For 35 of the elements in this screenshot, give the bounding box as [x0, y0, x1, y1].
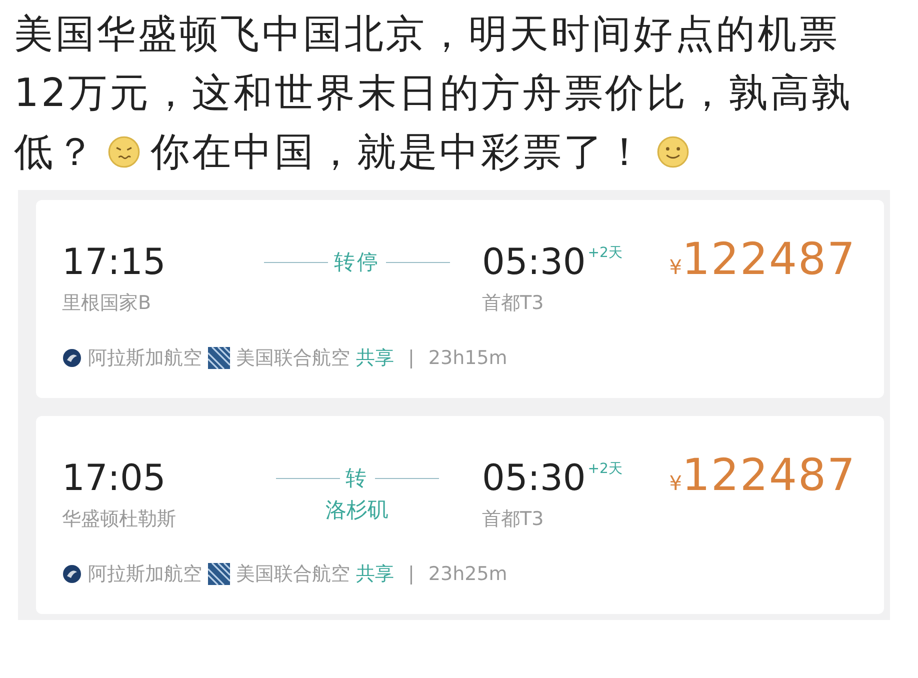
airline-name: 美国联合航空 [236, 562, 350, 587]
flight-duration: 23h15m [428, 347, 508, 369]
post-text: 你在中国，就是中彩票了！ [150, 128, 646, 176]
stop-label: 转 [346, 465, 368, 492]
departure-airport: 华盛顿杜勒斯 [62, 507, 177, 532]
arrival-time: 05:30 [482, 458, 586, 498]
day-offset: +2天 [588, 460, 622, 478]
separator: | [408, 563, 414, 585]
codeshare-label: 共享 [356, 562, 394, 587]
smiley-icon [656, 134, 690, 168]
arrival-airport: 首都T3 [482, 507, 545, 532]
airline-name: 阿拉斯加航空 [88, 562, 202, 587]
airline-logo-icon [62, 564, 82, 584]
departure-time: 17:05 [62, 458, 167, 498]
post-text: 12万元，这和世界末日的方舟票价比，孰高孰 [14, 70, 853, 118]
stop-city: 洛杉矶 [326, 497, 388, 524]
post-text: 美国华盛顿飞中国北京，明天时间好点的机票 [14, 10, 840, 58]
departure-time: 17:15 [62, 242, 167, 282]
airline-logo-icon [208, 347, 230, 369]
flight-duration: 23h25m [428, 563, 508, 585]
price: ¥122487 [669, 234, 856, 287]
price: ¥122487 [669, 450, 856, 503]
airline-logo-icon [62, 348, 82, 368]
arrival-time: 05:30 [482, 242, 586, 282]
separator: | [408, 347, 414, 369]
day-offset: +2天 [588, 244, 622, 262]
codeshare-label: 共享 [356, 346, 394, 371]
airline-logo-icon [208, 563, 230, 585]
post-text: 低？ [14, 128, 97, 176]
departure-airport: 里根国家B [62, 291, 152, 316]
arrival-airport: 首都T3 [482, 291, 545, 316]
airline-name: 阿拉斯加航空 [88, 346, 202, 371]
stop-label: 转停 [334, 249, 380, 276]
dizzy-face-icon [106, 134, 141, 168]
airline-name: 美国联合航空 [236, 346, 350, 371]
